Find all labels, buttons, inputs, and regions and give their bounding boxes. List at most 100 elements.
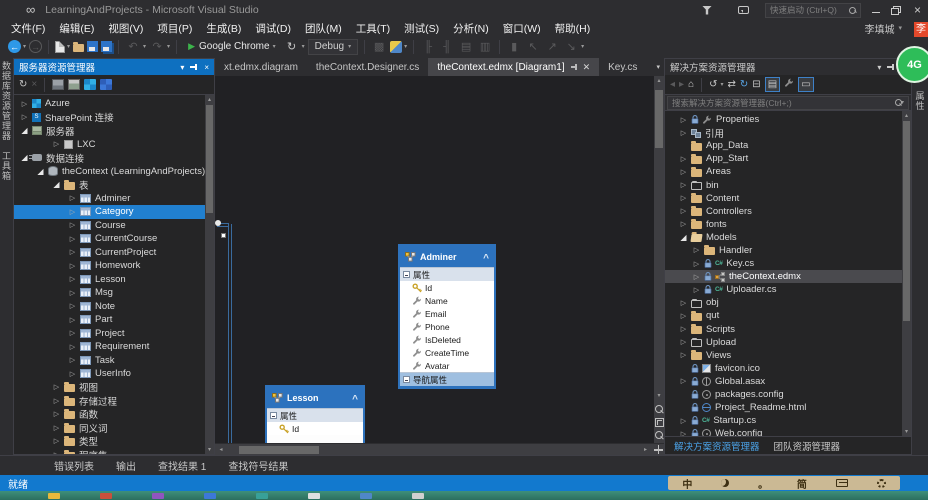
tree-item[interactable]: ▷同义词 <box>14 421 205 435</box>
taskbar-app-icon[interactable] <box>152 493 164 499</box>
chevron-collapsed-icon[interactable]: ▷ <box>68 289 77 297</box>
tree-item[interactable]: ▷Scripts <box>665 323 902 336</box>
tree-item[interactable]: ▷bin <box>665 178 902 191</box>
collapse-icon[interactable]: ^ <box>483 256 489 262</box>
tree-item[interactable]: ▷视图 <box>14 381 205 395</box>
comment-icon[interactable]: ▤ <box>458 39 474 55</box>
tree-item[interactable]: ▷SharePoint 连接 <box>14 111 205 125</box>
chevron-collapsed-icon[interactable]: ▷ <box>68 370 77 378</box>
scrollbar-thumb[interactable] <box>206 105 213 213</box>
association-endpoint[interactable] <box>215 220 221 226</box>
window-position-icon[interactable]: ▾ <box>877 63 881 72</box>
chevron-collapsed-icon[interactable]: ▷ <box>679 430 688 436</box>
pan-icon[interactable] <box>654 445 663 454</box>
show-all-files-icon[interactable]: ▤ <box>765 77 780 92</box>
save-all-icon[interactable] <box>101 41 112 52</box>
chevron-collapsed-icon[interactable]: ▷ <box>679 181 688 189</box>
pin-icon[interactable] <box>570 63 578 71</box>
editor-tab[interactable]: Key.cs <box>599 58 646 76</box>
tree-item[interactable]: favicon.ico <box>665 362 902 375</box>
menu-item[interactable]: 调试(D) <box>248 21 298 36</box>
entity-property[interactable]: Email <box>400 307 494 320</box>
entity-lesson[interactable]: Lesson^属性Id <box>265 385 365 443</box>
preview-selected-items-icon[interactable]: ▭ <box>798 77 813 92</box>
collapse-box-icon[interactable] <box>403 271 410 278</box>
chevron-collapsed-icon[interactable]: ▷ <box>679 312 688 320</box>
collapse-box-icon[interactable] <box>403 376 410 383</box>
chevron-collapsed-icon[interactable]: ▷ <box>679 129 688 137</box>
pin-icon[interactable] <box>887 63 895 71</box>
close-button[interactable]: × <box>907 2 928 19</box>
tree-item[interactable]: ▷Task <box>14 354 205 368</box>
filter-icon[interactable] <box>702 6 712 15</box>
chevron-collapsed-icon[interactable]: ▷ <box>52 437 61 445</box>
ime-mode-button[interactable]: 中 <box>682 476 692 491</box>
clear-bookmarks-icon[interactable]: ↘ <box>563 39 579 55</box>
chevron-expanded-icon[interactable]: ◢ <box>20 126 29 135</box>
tree-item[interactable]: ▷Properties <box>665 113 902 126</box>
stop-refresh-icon[interactable]: × <box>31 79 37 90</box>
refresh-dropdown-icon[interactable]: ▾ <box>302 43 305 50</box>
tree-item[interactable]: ◢表 <box>14 178 205 192</box>
outdent-icon[interactable]: ╢ <box>439 39 455 55</box>
chevron-collapsed-icon[interactable]: ▷ <box>679 207 688 215</box>
taskbar-app-icon[interactable] <box>204 493 216 499</box>
tree-item[interactable]: ▷Content <box>665 192 902 205</box>
keyboard-icon[interactable] <box>836 479 848 487</box>
scrollbar-thumb[interactable] <box>239 446 319 454</box>
ime-toolbar[interactable]: 中 。 简 <box>668 476 900 490</box>
ime-charset-button[interactable]: 简 <box>797 476 807 491</box>
tree-item[interactable]: App_Data <box>665 139 902 152</box>
scrollbar-thumb[interactable] <box>903 121 910 321</box>
chevron-expanded-icon[interactable]: ◢ <box>679 233 688 242</box>
floating-badge-4g[interactable]: 4G <box>896 46 928 83</box>
entity-section-header[interactable]: 属性 <box>400 267 494 281</box>
tree-item[interactable]: ◢数据连接 <box>14 151 205 165</box>
run-target-dropdown-icon[interactable]: ▾ <box>273 43 276 50</box>
window-position-icon[interactable]: ▾ <box>180 63 184 72</box>
redo-icon[interactable]: ↷ <box>149 39 165 55</box>
forward-icon[interactable]: ▸ <box>679 79 684 90</box>
panel-tab[interactable]: 团队资源管理器 <box>768 439 847 453</box>
tree-item[interactable]: ▷App_Start <box>665 152 902 165</box>
scroll-up-icon[interactable]: ▴ <box>657 76 660 86</box>
taskbar-app-icon[interactable] <box>100 493 112 499</box>
entity-header[interactable]: Adminer^ <box>400 246 494 267</box>
scroll-down-icon[interactable]: ▾ <box>657 391 660 401</box>
add-sharepoint-connection-icon[interactable] <box>100 79 112 90</box>
scroll-up-icon[interactable]: ▴ <box>902 112 911 119</box>
tree-item[interactable]: ▷引用 <box>665 126 902 139</box>
chevron-collapsed-icon[interactable]: ▷ <box>68 262 77 270</box>
pin-icon[interactable] <box>190 63 198 71</box>
new-file-dropdown-icon[interactable]: ▾ <box>67 43 70 50</box>
panel-tab[interactable]: 错误列表 <box>44 458 104 473</box>
tree-item[interactable]: ▷theContext.edmx <box>665 270 902 283</box>
tree-item[interactable]: ◢服务器 <box>14 124 205 138</box>
solution-explorer-title-bar[interactable]: 解决方案资源管理器 ▾ × <box>665 59 911 75</box>
tree-item[interactable]: ▷Controllers <box>665 205 902 218</box>
chevron-collapsed-icon[interactable]: ▷ <box>68 302 77 310</box>
avatar[interactable]: 李 <box>914 22 928 37</box>
solution-search-input[interactable]: 搜索解决方案资源管理器(Ctrl+;) ▾ <box>667 96 909 110</box>
zoom-out-icon[interactable] <box>655 431 664 440</box>
indent-icon[interactable]: ╟ <box>420 39 436 55</box>
close-panel-icon[interactable]: × <box>204 63 209 72</box>
panel-tab[interactable]: 查找符号结果 <box>218 458 298 473</box>
tree-item[interactable]: ▷类型 <box>14 435 205 449</box>
menu-item[interactable]: 生成(B) <box>199 21 248 36</box>
gear-icon[interactable] <box>877 479 886 488</box>
chevron-collapsed-icon[interactable]: ▷ <box>20 113 29 121</box>
quick-launch-input[interactable]: 快速启动 (Ctrl+Q) <box>765 3 861 18</box>
chevron-collapsed-icon[interactable]: ▷ <box>20 100 29 108</box>
entity-property[interactable]: Id <box>400 281 494 294</box>
entity-property[interactable]: Name <box>400 294 494 307</box>
panel-tab[interactable]: 解决方案资源管理器 <box>668 439 766 453</box>
chevron-collapsed-icon[interactable]: ▷ <box>68 329 77 337</box>
server-explorer-title-bar[interactable]: 服务器资源管理器 ▾ × <box>14 59 214 75</box>
minimize-button[interactable] <box>865 2 886 19</box>
edmx-designer-canvas[interactable]: ▴ ▾ Adminer^属性IdNameEmailPhoneIsDeletedC… <box>215 76 664 443</box>
collapse-icon[interactable]: ^ <box>352 397 358 403</box>
chevron-collapsed-icon[interactable]: ▷ <box>68 356 77 364</box>
collapse-box-icon[interactable] <box>270 412 277 419</box>
toolbar-overflow-icon[interactable]: ▾ <box>404 43 407 50</box>
